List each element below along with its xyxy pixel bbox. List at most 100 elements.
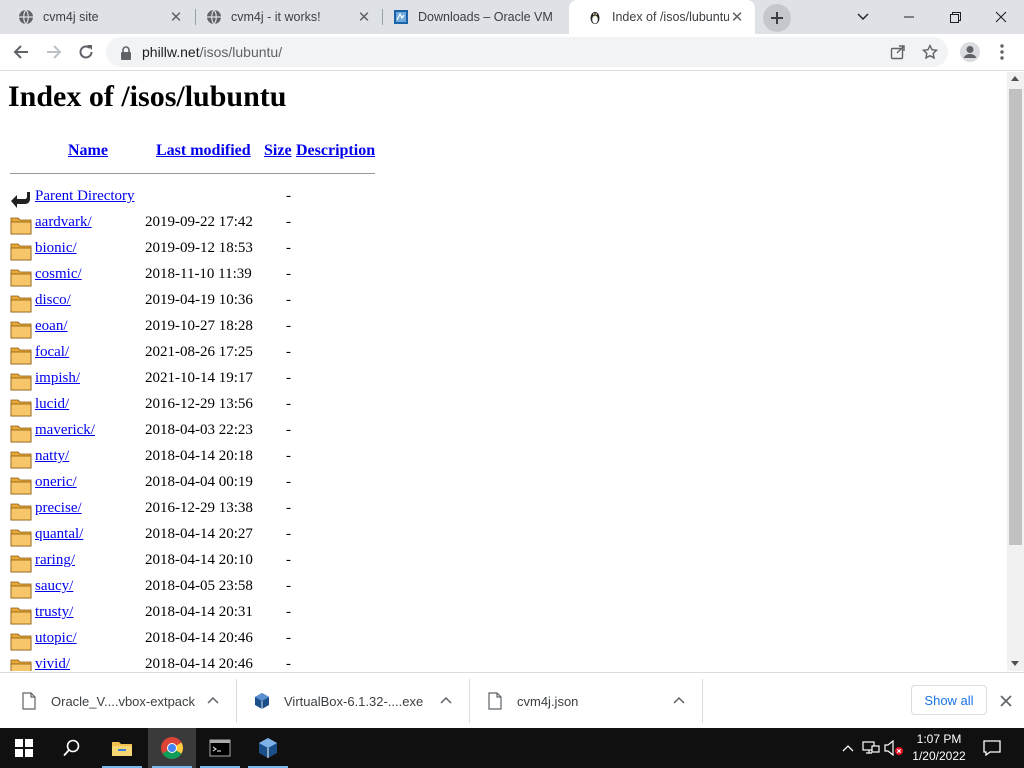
minimize-button[interactable] [886,0,932,34]
taskbar-file-explorer[interactable] [98,728,146,768]
size-cell: - [286,578,291,594]
address-bar[interactable]: phillw.net/isos/lubuntu/ [106,37,948,67]
close-tab-icon[interactable]: ✕ [168,9,184,25]
table-row: disco/2019-04-19 10:36 - [10,290,370,314]
folder-link[interactable]: trusty/ [35,604,73,621]
size-cell: - [286,526,291,542]
profile-avatar-icon [960,42,980,62]
back-button[interactable] [7,38,35,66]
folder-link[interactable]: eoan/ [35,318,67,335]
lock-icon[interactable] [120,45,132,64]
search-icon [63,739,80,757]
size-cell: - [286,344,291,360]
reload-button[interactable] [72,38,100,66]
folder-icon [10,527,32,547]
bookmark-star-icon[interactable] [920,42,940,62]
parent-directory-row: Parent Directory - [10,186,370,210]
tab-index-lubuntu[interactable]: Index of /isos/lubuntu ✕ [569,0,755,34]
scrollbar-thumb[interactable] [1009,89,1022,545]
globe-icon [18,9,34,25]
show-hidden-icons-button[interactable] [838,738,858,758]
notification-icon [983,740,1001,756]
virtualbox-icon [393,9,409,25]
size-cell: - [286,656,291,671]
tab-title: cvm4j - it works! [231,10,321,24]
tab-cvm4j-it-works[interactable]: cvm4j - it works! ✕ [188,0,382,34]
close-window-button[interactable] [978,0,1024,34]
table-row: vivid/2018-04-14 20:46 - [10,654,370,671]
folder-link[interactable]: impish/ [35,370,80,387]
last-modified-cell: 2018-04-14 20:27 [145,526,253,542]
folder-link[interactable]: bionic/ [35,240,77,257]
folder-link[interactable]: lucid/ [35,396,69,413]
new-tab-button[interactable] [763,4,791,32]
header-divider [10,173,375,174]
folder-icon [10,241,32,261]
menu-button[interactable] [988,38,1016,66]
download-item[interactable]: Oracle_V....vbox-extpack [10,679,230,723]
size-cell: - [286,266,291,282]
download-item[interactable]: VirtualBox-6.1.32-....exe [243,679,463,723]
close-tab-icon[interactable]: ✕ [356,9,372,25]
parent-directory-link[interactable]: Parent Directory [35,188,135,205]
last-modified-cell: 2018-04-14 20:46 [145,630,253,646]
download-filename: VirtualBox-6.1.32-....exe [284,693,424,709]
column-header-size[interactable]: Size [264,142,292,160]
show-all-button[interactable]: Show all [911,685,987,715]
taskbar-terminal[interactable] [196,728,244,768]
close-tab-icon[interactable]: ✕ [729,9,745,25]
search-button[interactable] [48,728,96,768]
last-modified-cell: 2019-09-22 17:42 [145,214,253,230]
chevron-up-icon[interactable] [672,693,686,707]
folder-icon [10,397,32,417]
folder-link[interactable]: quantal/ [35,526,83,543]
volume-muted-icon[interactable] [884,738,904,758]
download-item[interactable]: cvm4j.json [476,679,696,723]
restore-button[interactable] [932,0,978,34]
folder-icon [10,423,32,443]
folder-link[interactable]: raring/ [35,552,75,569]
start-button[interactable] [0,728,48,768]
column-header-description[interactable]: Description [296,142,375,160]
system-clock[interactable]: 1:07 PM 1/20/2022 [904,731,974,765]
folder-link[interactable]: aardvark/ [35,214,92,231]
profile-button[interactable] [956,38,984,66]
folder-link[interactable]: focal/ [35,344,69,361]
size-cell: - [286,292,291,308]
folder-link[interactable]: vivid/ [35,656,70,671]
scroll-up-arrow-icon[interactable] [1011,76,1019,81]
forward-button[interactable] [40,38,68,66]
column-header-name[interactable]: Name [68,142,108,160]
notification-center-button[interactable] [982,738,1002,758]
size-cell: - [286,318,291,334]
taskbar-virtualbox[interactable] [244,728,292,768]
folder-icon [10,631,32,651]
table-row: utopic/2018-04-14 20:46 - [10,628,370,652]
table-row: raring/2018-04-14 20:10 - [10,550,370,574]
url-text: phillw.net/isos/lubuntu/ [142,44,282,60]
chevron-up-icon[interactable] [206,693,220,707]
column-header-last-modified[interactable]: Last modified [156,142,251,160]
scroll-down-arrow-icon[interactable] [1011,661,1019,666]
arrow-left-icon [13,45,28,59]
virtualbox-icon [253,691,271,711]
folder-link[interactable]: oneric/ [35,474,77,491]
network-icon[interactable] [861,738,881,758]
tab-downloads-oracle[interactable]: Downloads – Oracle VM [375,0,569,34]
folder-icon [10,293,32,313]
chevron-up-icon[interactable] [439,693,453,707]
folder-link[interactable]: utopic/ [35,630,77,647]
tab-cvm4j-site[interactable]: cvm4j site ✕ [0,0,194,34]
taskbar-chrome[interactable] [148,728,196,768]
table-row: eoan/2019-10-27 18:28 - [10,316,370,340]
vertical-scrollbar[interactable] [1007,72,1024,671]
folder-link[interactable]: natty/ [35,448,69,465]
folder-link[interactable]: precise/ [35,500,82,517]
folder-link[interactable]: saucy/ [35,578,73,595]
close-shelf-button[interactable] [996,691,1016,711]
folder-link[interactable]: disco/ [35,292,71,309]
folder-link[interactable]: maverick/ [35,422,95,439]
tab-search-button[interactable] [840,0,886,34]
folder-link[interactable]: cosmic/ [35,266,82,283]
share-icon[interactable] [888,42,908,62]
